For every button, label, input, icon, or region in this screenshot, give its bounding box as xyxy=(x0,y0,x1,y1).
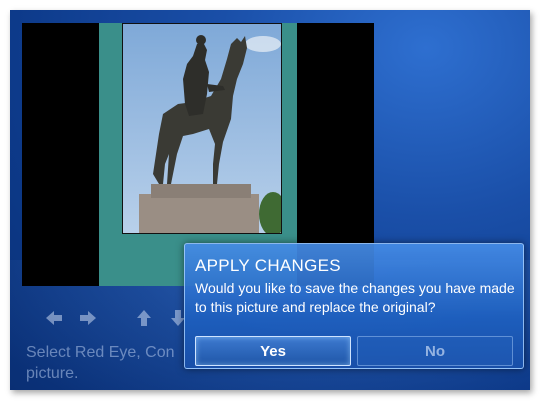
media-center-screen: Select Red Eye, Con picture. APPLY CHANG… xyxy=(10,10,530,390)
apply-changes-dialog: APPLY CHANGES Would you like to save the… xyxy=(184,243,524,369)
yes-button[interactable]: Yes xyxy=(195,336,351,366)
arrow-left-icon[interactable] xyxy=(44,308,64,328)
dialog-title: APPLY CHANGES xyxy=(195,256,341,275)
statue-photo xyxy=(122,23,282,234)
no-button[interactable]: No xyxy=(357,336,513,366)
dialog-message: Would you like to save the changes you h… xyxy=(195,280,515,315)
arrow-up-icon[interactable] xyxy=(134,308,154,328)
arrow-right-icon[interactable] xyxy=(78,308,98,328)
navigation-arrows xyxy=(44,308,204,332)
